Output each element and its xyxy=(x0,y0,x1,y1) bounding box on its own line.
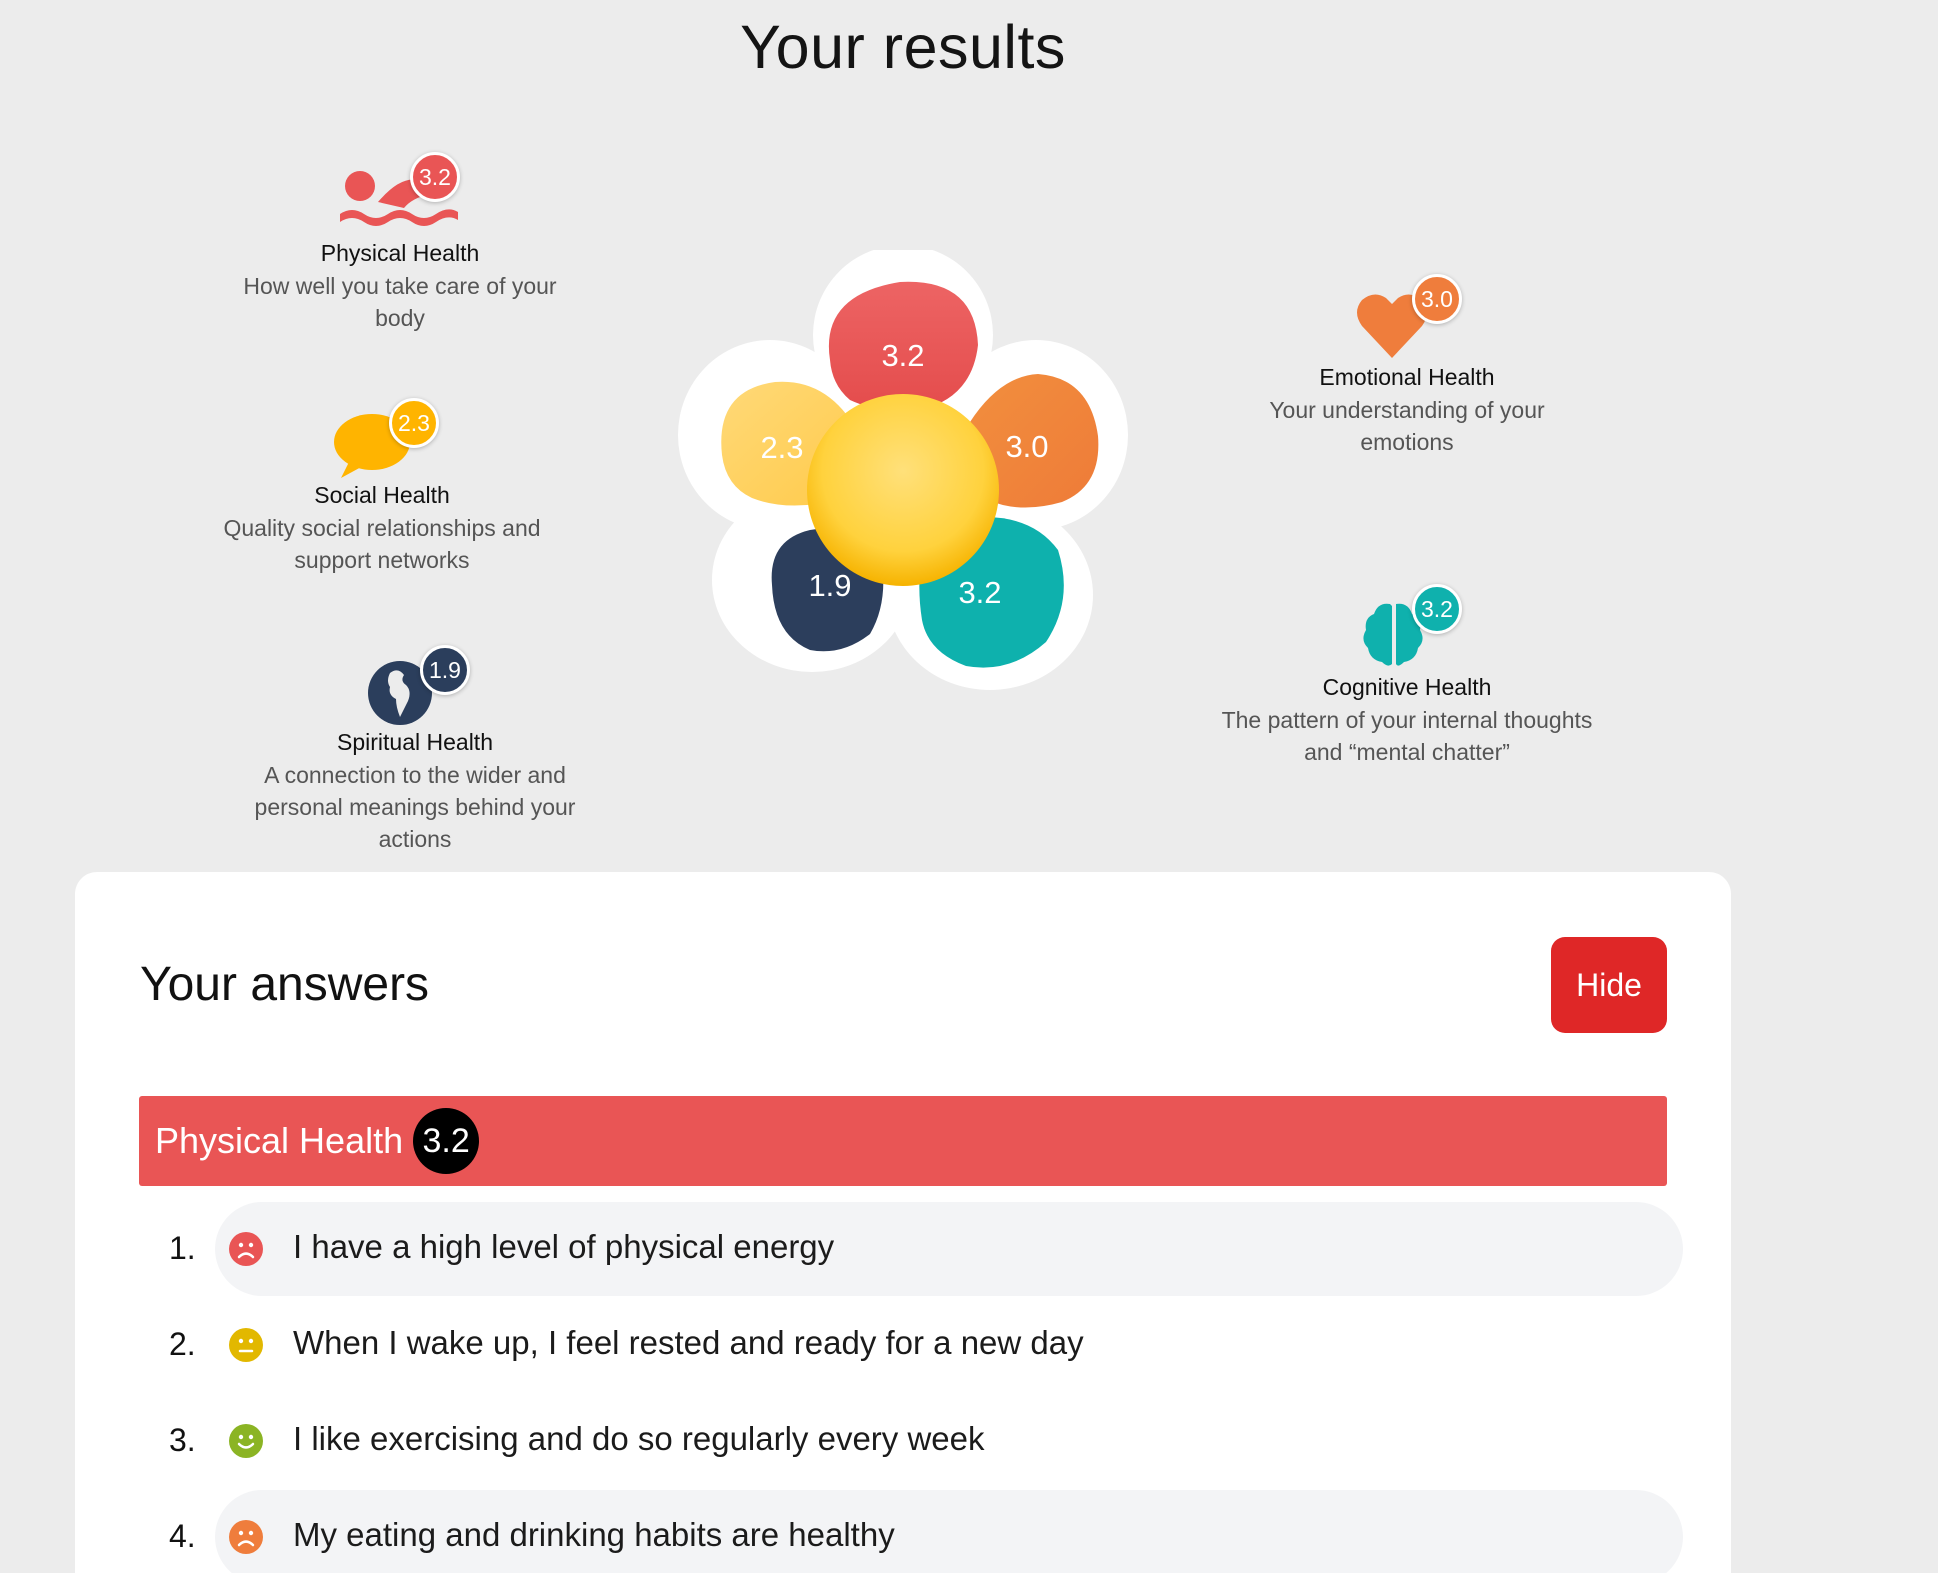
petal-label-right: 3.0 xyxy=(1005,429,1048,464)
cognitive-desc: The pattern of your internal thoughts an… xyxy=(1221,707,1593,765)
spiritual-name: Spiritual Health xyxy=(337,729,493,755)
social-desc: Quality social relationships and support… xyxy=(223,515,541,573)
hide-button[interactable]: Hide xyxy=(1551,937,1667,1033)
results-page: Your results 3.2 Physical Health How wel… xyxy=(0,0,1938,1573)
section-physical-header[interactable]: Physical Health 3.2 xyxy=(139,1096,1667,1186)
question-text: I like exercising and do so regularly ev… xyxy=(293,1420,985,1457)
question-number: 1. xyxy=(169,1230,196,1266)
category-social: 2.3 Social Health Quality social relatio… xyxy=(207,398,557,576)
question-item: My eating and drinking habits are health… xyxy=(215,1490,1683,1573)
social-score-badge: 2.3 xyxy=(389,398,439,448)
results-flower: 3.2 2.3 3.0 1.9 3.2 xyxy=(678,250,1128,690)
emotional-desc: Your understanding of your emotions xyxy=(1269,397,1545,455)
question-row: 2. When I wake up, I feel rested and rea… xyxy=(139,1298,1683,1392)
flower-center xyxy=(807,394,999,586)
question-row: 1. I have a high level of physical energ… xyxy=(139,1202,1683,1296)
question-row: 3. I like exercising and do so regularly… xyxy=(139,1394,1683,1488)
category-physical: 3.2 Physical Health How well you take ca… xyxy=(225,150,575,334)
question-text: My eating and drinking habits are health… xyxy=(293,1516,895,1553)
question-row: 4. My eating and drinking habits are hea… xyxy=(139,1490,1683,1573)
physical-desc: How well you take care of your body xyxy=(243,273,557,331)
physical-score-badge: 3.2 xyxy=(410,152,460,202)
section-label: Physical Health xyxy=(155,1120,404,1161)
cognitive-score-badge: 3.2 xyxy=(1412,584,1462,634)
spiritual-score-badge: 1.9 xyxy=(420,645,470,695)
page-title: Your results xyxy=(740,13,1066,81)
emotional-name: Emotional Health xyxy=(1319,364,1495,390)
category-spiritual: 1.9 Spiritual Health A connection to the… xyxy=(235,645,595,855)
cognitive-name: Cognitive Health xyxy=(1322,674,1492,700)
question-text: I have a high level of physical energy xyxy=(293,1228,835,1265)
petal-label-bottom-right: 3.2 xyxy=(958,575,1001,610)
petal-label-bottom-left: 1.9 xyxy=(808,568,851,603)
category-emotional: 3.0 Emotional Health Your understanding … xyxy=(1232,274,1582,458)
emotional-score-badge: 3.0 xyxy=(1412,274,1462,324)
question-number: 3. xyxy=(169,1422,196,1458)
question-item: I like exercising and do so regularly ev… xyxy=(215,1394,1683,1488)
sad-face-icon xyxy=(229,1232,263,1266)
question-number: 4. xyxy=(169,1518,196,1554)
question-item: When I wake up, I feel rested and ready … xyxy=(215,1298,1683,1392)
spiritual-desc: A connection to the wider and personal m… xyxy=(254,762,576,852)
petal-label-left: 2.3 xyxy=(760,430,803,465)
question-number: 2. xyxy=(169,1326,196,1362)
petal-label-top: 3.2 xyxy=(881,338,924,373)
answers-title: Your answers xyxy=(140,958,430,1011)
question-text: When I wake up, I feel rested and ready … xyxy=(293,1324,1084,1361)
section-score-badge: 3.2 xyxy=(413,1108,480,1174)
sad-face-icon xyxy=(229,1520,263,1554)
neutral-face-icon xyxy=(229,1328,263,1362)
social-name: Social Health xyxy=(314,482,450,508)
physical-name: Physical Health xyxy=(320,240,480,266)
question-item: I have a high level of physical energy xyxy=(215,1202,1683,1296)
category-cognitive: 3.2 Cognitive Health The pattern of your… xyxy=(1197,584,1617,768)
happy-face-icon xyxy=(229,1424,263,1458)
answers-panel: Your answers Hide Physical Health 3.2 1.… xyxy=(75,872,1731,1573)
